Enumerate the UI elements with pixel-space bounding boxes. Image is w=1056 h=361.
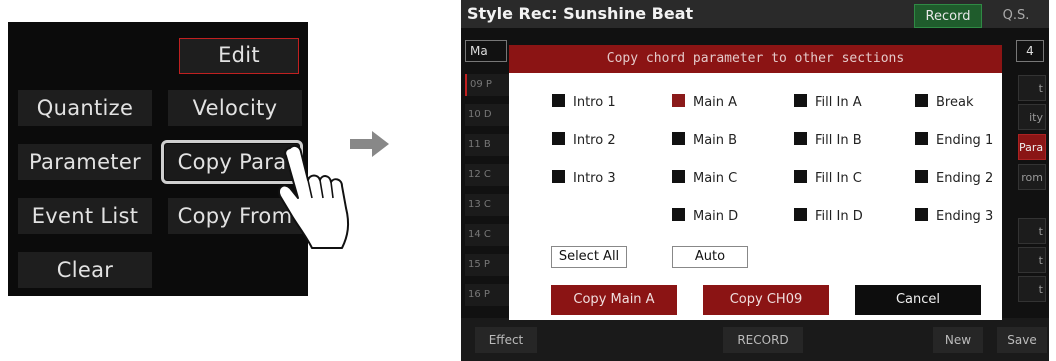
option-ending-1[interactable]: Ending 1 xyxy=(915,132,993,150)
arrow-right-icon xyxy=(350,131,389,157)
checkbox-icon[interactable] xyxy=(915,208,928,221)
option-main-c[interactable]: Main C xyxy=(672,170,737,188)
checkbox-icon[interactable] xyxy=(794,208,807,221)
edit-menu-panel: Edit Quantize Velocity Parameter Copy Pa… xyxy=(8,22,308,296)
copy-para-side-button[interactable]: Para xyxy=(1018,134,1046,160)
section-select[interactable]: Ma xyxy=(465,40,507,62)
copy-from-side-button[interactable]: rom xyxy=(1018,164,1046,190)
select-all-button[interactable]: Select All xyxy=(551,246,627,268)
parameter-button[interactable]: Parameter xyxy=(18,144,152,180)
tab-qs[interactable]: Q.S. xyxy=(986,4,1046,28)
option-label: Fill In A xyxy=(815,95,862,110)
option-main-b[interactable]: Main B xyxy=(672,132,737,150)
option-label: Intro 3 xyxy=(573,171,616,186)
option-intro-2[interactable]: Intro 2 xyxy=(552,132,616,150)
screen-header: Style Rec: Sunshine Beat Record Q.S. xyxy=(461,0,1049,28)
checkbox-icon[interactable] xyxy=(672,208,685,221)
option-main-a[interactable]: Main A xyxy=(672,94,737,112)
checkbox-icon[interactable] xyxy=(552,94,565,107)
copy-chord-dialog: Copy chord parameter to other sections I… xyxy=(509,45,1002,320)
track-row[interactable]: 11 B xyxy=(465,134,509,156)
checkbox-icon[interactable] xyxy=(794,132,807,145)
option-label: Ending 1 xyxy=(936,133,994,148)
track-row[interactable]: 09 P xyxy=(465,74,509,96)
option-label: Main D xyxy=(693,209,739,224)
option-label: Intro 2 xyxy=(573,133,616,148)
event-list-button[interactable]: Event List xyxy=(18,198,152,234)
option-fill-in-c[interactable]: Fill In C xyxy=(794,170,862,188)
track-row[interactable]: 10 D xyxy=(465,104,509,126)
track-row[interactable]: 13 C xyxy=(465,194,509,216)
checkbox-icon[interactable] xyxy=(915,170,928,183)
cancel-button[interactable]: Cancel xyxy=(855,285,981,315)
option-break[interactable]: Break xyxy=(915,94,973,112)
auto-button[interactable]: Auto xyxy=(672,246,748,268)
option-label: Break xyxy=(936,95,974,110)
velocity-button[interactable]: Velocity xyxy=(168,90,302,126)
copy-main-a-button[interactable]: Copy Main A xyxy=(551,285,677,315)
track-row[interactable]: 16 P xyxy=(465,284,509,306)
checkbox-icon[interactable] xyxy=(552,132,565,145)
checkbox-icon[interactable] xyxy=(552,170,565,183)
quantize-button[interactable]: Quantize xyxy=(18,90,152,126)
tab-record[interactable]: Record xyxy=(914,4,982,28)
option-label: Intro 1 xyxy=(573,95,616,110)
option-fill-in-b[interactable]: Fill In B xyxy=(794,132,862,150)
option-label: Fill In D xyxy=(815,209,863,224)
checkbox-icon[interactable] xyxy=(672,132,685,145)
save-button[interactable]: Save xyxy=(997,327,1047,353)
option-label: Main A xyxy=(693,95,738,110)
option-label: Fill In B xyxy=(815,133,862,148)
track-row[interactable]: 14 C xyxy=(465,224,509,246)
record-button[interactable]: RECORD xyxy=(723,327,803,353)
checkbox-icon[interactable] xyxy=(794,170,807,183)
bottom-toolbar: Effect RECORD New Save xyxy=(461,318,1049,361)
edit-side-button[interactable]: t xyxy=(1018,75,1046,101)
clear-button[interactable]: Clear xyxy=(18,252,152,288)
measure-field[interactable]: 4 xyxy=(1016,40,1044,62)
checkbox-checked-icon[interactable] xyxy=(672,94,685,107)
option-label: Main C xyxy=(693,171,738,186)
side-button[interactable]: t xyxy=(1018,276,1046,302)
checkbox-icon[interactable] xyxy=(672,170,685,183)
checkbox-icon[interactable] xyxy=(915,94,928,107)
option-label: Ending 3 xyxy=(936,209,994,224)
edit-button[interactable]: Edit xyxy=(179,38,299,74)
copy-ch09-button[interactable]: Copy CH09 xyxy=(703,285,829,315)
track-row[interactable]: 12 C xyxy=(465,164,509,186)
checkbox-icon[interactable] xyxy=(915,132,928,145)
side-button[interactable]: t xyxy=(1018,247,1046,273)
option-intro-1[interactable]: Intro 1 xyxy=(552,94,616,112)
new-button[interactable]: New xyxy=(933,327,983,353)
option-label: Main B xyxy=(693,133,738,148)
option-intro-3[interactable]: Intro 3 xyxy=(552,170,616,188)
option-label: Ending 2 xyxy=(936,171,994,186)
option-main-d[interactable]: Main D xyxy=(672,208,738,226)
side-button[interactable]: t xyxy=(1018,218,1046,244)
option-ending-3[interactable]: Ending 3 xyxy=(915,208,993,226)
dialog-title: Copy chord parameter to other sections xyxy=(509,45,1002,73)
option-fill-in-d[interactable]: Fill In D xyxy=(794,208,863,226)
option-label: Fill In C xyxy=(815,171,862,186)
option-fill-in-a[interactable]: Fill In A xyxy=(794,94,862,112)
screen-title: Style Rec: Sunshine Beat xyxy=(467,4,694,23)
option-ending-2[interactable]: Ending 2 xyxy=(915,170,993,188)
velocity-side-button[interactable]: ity xyxy=(1018,104,1046,130)
checkbox-icon[interactable] xyxy=(794,94,807,107)
effect-button[interactable]: Effect xyxy=(475,327,537,353)
track-row[interactable]: 15 P xyxy=(465,254,509,276)
